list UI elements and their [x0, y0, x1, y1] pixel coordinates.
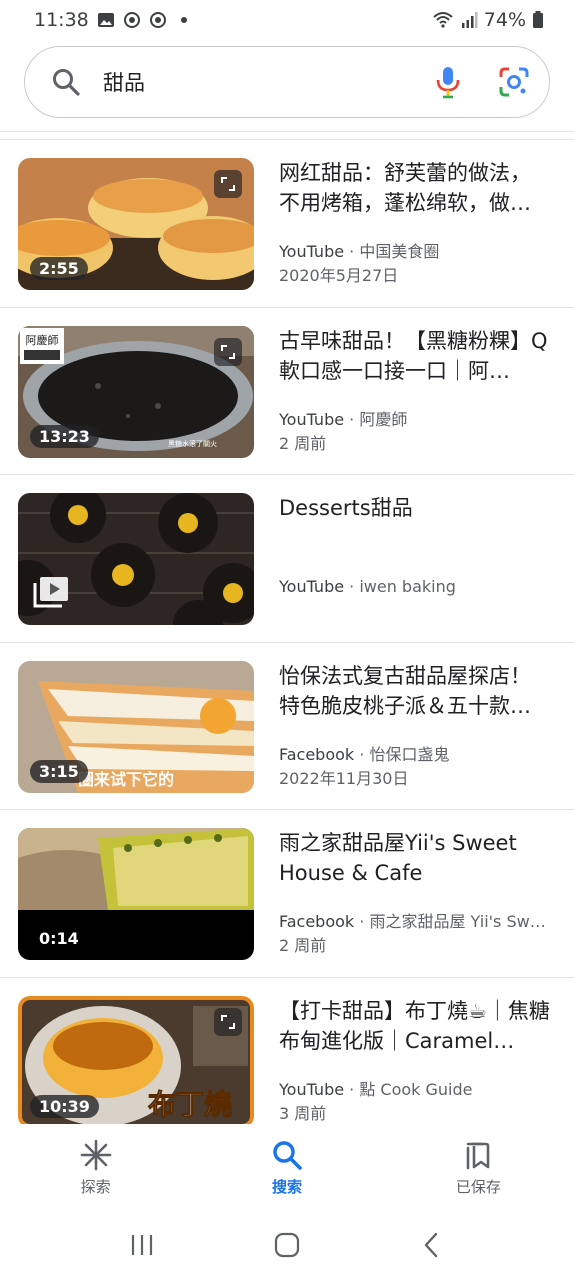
video-title[interactable]: 网红甜品：舒芙蕾的做法，不用烤箱，蓬松绵软，做… — [279, 158, 551, 218]
back-icon[interactable] — [417, 1230, 447, 1260]
battery-icon — [533, 11, 543, 28]
expand-icon — [214, 337, 242, 366]
signal-icon — [461, 12, 478, 28]
video-title[interactable]: 【打卡甜品】布丁燒☕｜焦糖布甸進化版｜Caramel… — [279, 996, 551, 1056]
header-divider — [0, 128, 574, 132]
video-channel: 怡保口盏鬼 — [369, 744, 450, 764]
video-thumbnail[interactable]: 阿慶師 黑糖水滚了關火 13:23 — [18, 325, 254, 458]
video-date: 3 周前 — [279, 1103, 327, 1123]
video-source: Facebook — [279, 744, 355, 764]
video-duration: 13:23 — [30, 424, 99, 448]
video-result[interactable]: 阿慶師 黑糖水滚了關火 13:23 古早味甜品！【黑糖粉粿】Q軟口感一口接一口｜… — [0, 308, 574, 475]
nav-search[interactable]: 搜索 — [191, 1124, 382, 1210]
battery-percent: 74% — [483, 9, 526, 31]
search-icon — [273, 1140, 302, 1170]
sync-notification-icon-2 — [149, 12, 166, 28]
video-source-line: Facebook · 怡保口盏鬼 — [279, 744, 450, 764]
video-source: YouTube — [279, 242, 345, 261]
nav-saved-label: 已保存 — [455, 1177, 501, 1196]
playlist-thumbnail[interactable] — [18, 493, 254, 625]
search-icon — [53, 69, 80, 96]
nav-saved[interactable]: 已保存 — [383, 1124, 574, 1210]
video-thumbnail[interactable]: 布丁燒 10:39 — [18, 995, 254, 1124]
video-source: YouTube — [279, 1079, 345, 1099]
system-navigation — [0, 1210, 574, 1280]
status-bar: 11:38 74% — [0, 0, 574, 40]
video-thumbnail[interactable]: 0:14 — [18, 828, 254, 960]
video-thumbnail[interactable]: 2:55 — [18, 158, 254, 290]
video-channel: 點 Cook Guide — [359, 1079, 473, 1099]
sync-notification-icon — [123, 12, 140, 28]
search-input[interactable]: 甜品 — [103, 67, 433, 97]
video-source: YouTube — [279, 409, 345, 429]
video-title[interactable]: 怡保法式复古甜品屋探店！特色脆皮桃子派＆五十款… — [279, 661, 551, 721]
video-duration: 0:14 — [39, 929, 79, 948]
video-duration: 2:55 — [30, 257, 88, 280]
home-icon[interactable] — [272, 1230, 302, 1260]
video-source-line: YouTube · 點 Cook Guide — [279, 1079, 473, 1099]
video-channel: 雨之家甜品屋 Yii's Sw… — [369, 912, 546, 931]
video-source: YouTube — [279, 577, 345, 596]
bottom-navigation: 探索 搜索 已保存 — [0, 1124, 574, 1210]
svg-text:阿慶師: 阿慶師 — [26, 333, 59, 347]
svg-text:布丁燒: 布丁燒 — [148, 1088, 232, 1121]
google-lens-icon[interactable] — [497, 65, 531, 99]
video-date: 2020年5月27日 — [279, 266, 399, 285]
search-bar[interactable]: 甜品 — [24, 46, 550, 118]
video-source-line: YouTube · iwen baking — [279, 577, 456, 596]
video-duration: 3:15 — [30, 759, 88, 783]
video-source: Facebook — [279, 912, 355, 931]
video-channel: 阿慶師 — [359, 409, 408, 429]
video-source-line: YouTube · 中国美食圈 — [279, 242, 440, 261]
video-result[interactable]: 圈来试下它的 3:15 怡保法式复古甜品屋探店！特色脆皮桃子派＆五十款… Fac… — [0, 643, 574, 810]
wifi-icon — [433, 12, 453, 28]
video-date: 2 周前 — [279, 936, 327, 955]
nav-explore[interactable]: 探索 — [0, 1124, 191, 1210]
svg-text:黑糖水滚了關火: 黑糖水滚了關火 — [168, 439, 217, 448]
svg-text:圈来试下它的: 圈来试下它的 — [78, 770, 174, 789]
asterisk-icon — [80, 1139, 111, 1170]
video-duration: 10:39 — [30, 1094, 99, 1118]
video-title[interactable]: 雨之家甜品屋Yii's Sweet House & Cafe — [279, 828, 551, 888]
playlist-icon — [33, 577, 68, 608]
playlist-result[interactable]: Desserts甜品 YouTube · iwen baking — [0, 475, 574, 643]
nav-search-label: 搜索 — [271, 1177, 302, 1196]
notification-dot-icon — [180, 17, 187, 23]
video-channel: 中国美食圈 — [359, 242, 440, 261]
image-notification-icon — [97, 13, 114, 27]
video-result[interactable]: 布丁燒 10:39 【打卡甜品】布丁燒☕｜焦糖布甸進化版｜Caramel… Yo… — [0, 978, 574, 1124]
microphone-icon[interactable] — [433, 65, 463, 99]
video-title[interactable]: 古早味甜品！【黑糖粉粿】Q軟口感一口接一口｜阿… — [279, 326, 551, 386]
video-result[interactable]: 0:14 雨之家甜品屋Yii's Sweet House & Cafe Face… — [0, 810, 574, 978]
results-list: 2:55 网红甜品：舒芙蕾的做法，不用烤箱，蓬松绵软，做… YouTube · … — [0, 139, 574, 1124]
video-thumbnail[interactable]: 圈来试下它的 3:15 — [18, 660, 254, 793]
expand-icon — [214, 1007, 242, 1036]
status-time: 11:38 — [34, 9, 89, 31]
video-date: 2022年11月30日 — [279, 768, 409, 788]
bookmarks-icon — [467, 1142, 490, 1169]
playlist-title[interactable]: Desserts甜品 — [279, 493, 551, 553]
video-source-line: YouTube · 阿慶師 — [279, 409, 408, 429]
nav-explore-label: 探索 — [80, 1177, 111, 1196]
expand-icon — [214, 170, 242, 198]
recent-apps-icon[interactable] — [127, 1230, 157, 1260]
video-result[interactable]: 2:55 网红甜品：舒芙蕾的做法，不用烤箱，蓬松绵软，做… YouTube · … — [0, 140, 574, 308]
video-date: 2 周前 — [279, 433, 327, 453]
video-channel: iwen baking — [359, 577, 456, 596]
video-source-line: Facebook · 雨之家甜品屋 Yii's Sw… — [279, 912, 546, 931]
